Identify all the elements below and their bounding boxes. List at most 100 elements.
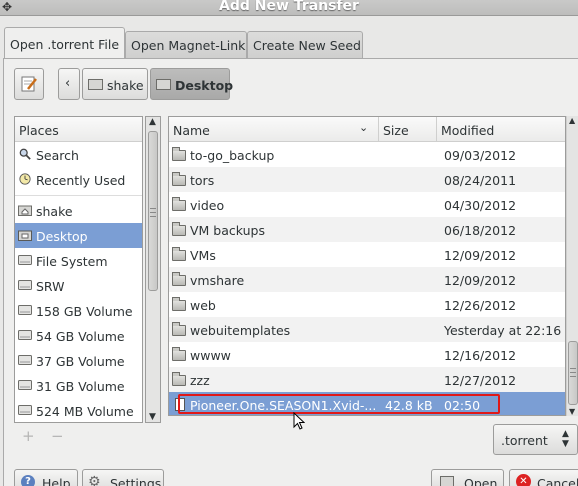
open-button[interactable]: Open: [431, 469, 504, 486]
file-row[interactable]: vmshare 12/09/2012: [169, 267, 565, 292]
file-modified: 04/30/2012: [444, 198, 517, 213]
drive-icon: [18, 280, 32, 290]
place-31gb-volume[interactable]: 31 GB Volume: [15, 373, 142, 398]
place-label: shake: [36, 204, 73, 219]
file-name: zzz: [190, 373, 210, 388]
settings-button[interactable]: ⚙ Settings: [82, 469, 164, 486]
folder-icon: [172, 247, 186, 261]
column-header-modified[interactable]: Modified: [437, 117, 565, 142]
folder-icon: [172, 147, 186, 161]
place-search[interactable]: Search: [15, 142, 142, 167]
place-file-system[interactable]: File System: [15, 248, 142, 273]
tab-open-magnet[interactable]: Open Magnet-Link: [125, 31, 247, 58]
pencil-paper-icon: [21, 76, 37, 92]
search-icon: [19, 148, 31, 160]
file-row[interactable]: VM backups 06/18/2012: [169, 217, 565, 242]
file-row[interactable]: to-go_backup 09/03/2012: [169, 142, 565, 167]
scroll-up-arrow-icon: ▲: [569, 116, 576, 125]
column-header-size[interactable]: Size: [379, 117, 437, 142]
file-name: Pioneer.One.SEASON1.Xvid-...: [190, 398, 377, 413]
places-scroll-thumb[interactable]: [148, 131, 158, 291]
file-row[interactable]: video 04/30/2012: [169, 192, 565, 217]
place-label: Search: [36, 148, 79, 163]
help-button[interactable]: ? Help: [14, 469, 78, 486]
tab-open-torrent[interactable]: Open .torrent File: [4, 27, 125, 59]
grip-icon: [150, 208, 156, 217]
file-name: vmshare: [190, 273, 245, 288]
file-list-scroll-thumb[interactable]: [568, 341, 578, 405]
file-list-scrollbar[interactable]: ▲ ▼: [566, 116, 578, 416]
place-shake[interactable]: shake: [15, 198, 142, 223]
tab-create-seed[interactable]: Create New Seed: [247, 31, 363, 58]
place-recently-used[interactable]: Recently Used: [15, 167, 142, 192]
file-modified: 06/18/2012: [444, 223, 517, 238]
column-label: Name: [173, 123, 210, 138]
help-icon: ?: [21, 475, 35, 486]
torrent-file-icon: [175, 398, 185, 411]
place-label: Desktop: [36, 229, 88, 244]
file-row[interactable]: web 12/26/2012: [169, 292, 565, 317]
path-back-button[interactable]: ‹: [58, 68, 80, 100]
drive-icon: [18, 405, 32, 415]
file-list: Name ⌄ Size Modified to-go_backup 09/03/2…: [168, 116, 566, 416]
file-name: VMs: [190, 248, 216, 263]
cancel-button[interactable]: ✕ Cancel: [509, 469, 578, 486]
place-label: 54 GB Volume: [36, 329, 125, 344]
folder-icon: [172, 347, 186, 361]
file-name: video: [190, 198, 225, 213]
file-modified: 02:50: [444, 398, 481, 413]
file-row[interactable]: webuitemplates Yesterday at 22:16: [169, 317, 565, 342]
updown-chevron-icon: ▲ ▼: [562, 429, 569, 449]
breadcrumb-label: Desktop: [175, 78, 234, 93]
scroll-down-arrow-icon: ▼: [149, 412, 156, 422]
desktop-folder-icon: [18, 230, 32, 241]
file-row[interactable]: zzz 12/27/2012: [169, 367, 565, 392]
file-modified: 12/09/2012: [444, 273, 517, 288]
home-folder-icon: [88, 79, 103, 90]
file-modified: 12/27/2012: [444, 373, 517, 388]
file-name: web: [190, 298, 216, 313]
place-label: Recently Used: [36, 173, 126, 188]
remove-bookmark-button[interactable]: −: [51, 427, 64, 445]
button-label: Open: [464, 476, 498, 486]
file-row[interactable]: VMs 12/09/2012: [169, 242, 565, 267]
places-pane: Places Search Recently Used shake Deskto…: [14, 116, 143, 423]
breadcrumb-desktop[interactable]: Desktop: [150, 68, 234, 100]
breadcrumb-shake[interactable]: shake: [82, 68, 148, 100]
drive-icon: [18, 330, 32, 340]
folder-icon: [172, 222, 186, 236]
file-row[interactable]: tors 08/24/2011: [169, 167, 565, 192]
drive-icon: [18, 255, 32, 265]
title-bar: ✥ Add New Transfer: [0, 0, 578, 16]
file-row[interactable]: wwww 12/16/2012: [169, 342, 565, 367]
place-srw[interactable]: SRW: [15, 273, 142, 298]
file-size: 42.8 kB: [385, 398, 433, 413]
clock-icon: [19, 173, 31, 185]
add-bookmark-button[interactable]: +: [22, 427, 35, 445]
button-label: Cancel: [537, 476, 578, 486]
sort-chevron-down-icon: ⌄: [359, 121, 369, 134]
file-name: webuitemplates: [190, 323, 291, 338]
folder-icon: [172, 172, 186, 186]
place-37gb-volume[interactable]: 37 GB Volume: [15, 348, 142, 373]
place-158gb-volume[interactable]: 158 GB Volume: [15, 298, 142, 323]
drive-icon: [18, 380, 32, 390]
drive-icon: [18, 355, 32, 365]
gear-icon: ⚙: [88, 474, 101, 486]
file-type-filter-select[interactable]: .torrent ▲ ▼: [493, 424, 578, 455]
place-label: 37 GB Volume: [36, 354, 125, 369]
chevron-left-icon: ‹: [65, 76, 71, 91]
places-scrollbar[interactable]: ▲ ▼: [145, 116, 161, 423]
file-row-selected[interactable]: Pioneer.One.SEASON1.Xvid-... 42.8 kB 02:…: [169, 392, 565, 415]
place-524mb-volume[interactable]: 524 MB Volume: [15, 398, 142, 422]
places-header: Places: [15, 117, 142, 142]
place-54gb-volume[interactable]: 54 GB Volume: [15, 323, 142, 348]
edit-location-button[interactable]: [14, 68, 44, 100]
place-desktop[interactable]: Desktop: [15, 223, 142, 248]
file-modified: Yesterday at 22:16: [444, 323, 562, 338]
column-header-name[interactable]: Name ⌄: [169, 117, 379, 142]
folder-icon: [172, 297, 186, 311]
grip-icon: [570, 368, 576, 377]
folder-icon: [172, 322, 186, 336]
cancel-icon: ✕: [516, 474, 531, 486]
